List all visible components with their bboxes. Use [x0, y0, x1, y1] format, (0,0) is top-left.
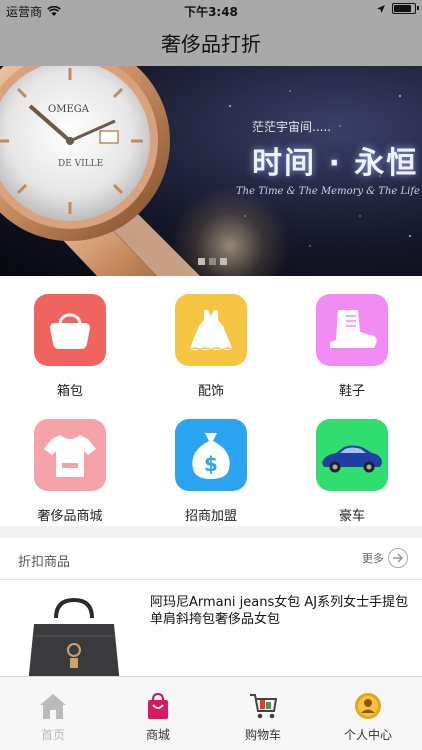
battery-icon — [392, 3, 419, 14]
money-bag-icon: $ — [175, 419, 247, 491]
status-time: 下午3:48 — [184, 5, 238, 19]
page-dot — [220, 258, 227, 265]
watch-image: OMEGA DE VILLE — [0, 66, 200, 276]
svg-text:$: $ — [204, 452, 218, 476]
watch-model-text: DE VILLE — [58, 159, 103, 169]
handbag-icon — [34, 294, 106, 366]
tab-label: 个人中心 — [343, 728, 392, 742]
category-luxury-cars[interactable]: 豪车 — [282, 419, 422, 524]
nav-title: 奢侈品打折 — [0, 22, 422, 66]
tab-cart[interactable]: 购物车 — [213, 691, 313, 743]
sports-car-icon — [316, 419, 388, 491]
discount-section: 折扣商品 更多 阿玛尼Armani jeans女包 AJ系列女士手提包单肩斜挎包… — [0, 538, 422, 684]
tab-label: 首页 — [40, 728, 65, 742]
status-bar: 运营商 下午3:48 — [0, 0, 422, 22]
tab-label: 购物车 — [244, 728, 281, 742]
category-label: 奢侈品商城 — [37, 509, 103, 524]
product-image — [28, 597, 120, 684]
tab-profile[interactable]: 个人中心 — [318, 691, 418, 743]
category-grid: 箱包 配饰 鞋子 奢侈品商城 $ 招商加盟 豪车 — [0, 276, 422, 526]
page-dot-active — [209, 258, 216, 265]
tab-label: 商城 — [145, 728, 170, 742]
category-label: 豪车 — [338, 509, 365, 524]
watch-brand-text: OMEGA — [48, 104, 90, 115]
product-item[interactable]: 阿玛尼Armani jeans女包 AJ系列女士手提包单肩斜挎包奢侈品女包 — [0, 580, 422, 684]
category-label: 鞋子 — [338, 384, 365, 399]
tab-mall[interactable]: 商城 — [108, 691, 208, 743]
status-right — [376, 3, 419, 14]
category-label: 箱包 — [56, 384, 83, 399]
category-shoes[interactable]: 鞋子 — [282, 294, 422, 399]
tab-bar: 首页 商城 购物车 个人中心 — [0, 676, 422, 750]
dress-icon — [175, 294, 247, 366]
more-button[interactable]: 更多 — [362, 548, 408, 568]
tshirt-icon — [34, 419, 106, 491]
section-title: 折扣商品 — [18, 555, 71, 570]
category-label: 招商加盟 — [184, 509, 237, 524]
home-icon — [38, 691, 68, 721]
banner-carousel[interactable]: OMEGA DE VILLE 茫茫宇宙间..... 时间 · 永恒 The Ti… — [0, 66, 422, 276]
shopping-bag-icon — [143, 691, 173, 721]
cart-icon — [248, 691, 278, 721]
profile-icon — [353, 691, 383, 721]
carousel-page-indicator — [198, 258, 227, 265]
more-label: 更多 — [362, 552, 384, 565]
category-franchise[interactable]: $ 招商加盟 — [141, 419, 281, 524]
category-luxury-mall[interactable]: 奢侈品商城 — [0, 419, 140, 524]
location-arrow-icon — [377, 4, 385, 13]
page-dot — [198, 258, 205, 265]
tab-home[interactable]: 首页 — [3, 691, 103, 743]
banner-slogan-small: 茫茫宇宙间..... — [252, 120, 332, 134]
banner-slogan-sub: The Time & The Memory & The Life — [236, 186, 420, 197]
boot-icon — [316, 294, 388, 366]
product-title: 阿玛尼Armani jeans女包 AJ系列女士手提包单肩斜挎包奢侈品女包 — [150, 595, 409, 627]
banner-slogan-title: 时间 · 永恒 — [252, 146, 419, 181]
category-label: 配饰 — [197, 384, 224, 399]
section-header: 折扣商品 更多 — [0, 538, 422, 580]
arrow-right-icon — [388, 548, 408, 568]
category-bags[interactable]: 箱包 — [0, 294, 140, 399]
category-accessories[interactable]: 配饰 — [141, 294, 281, 399]
